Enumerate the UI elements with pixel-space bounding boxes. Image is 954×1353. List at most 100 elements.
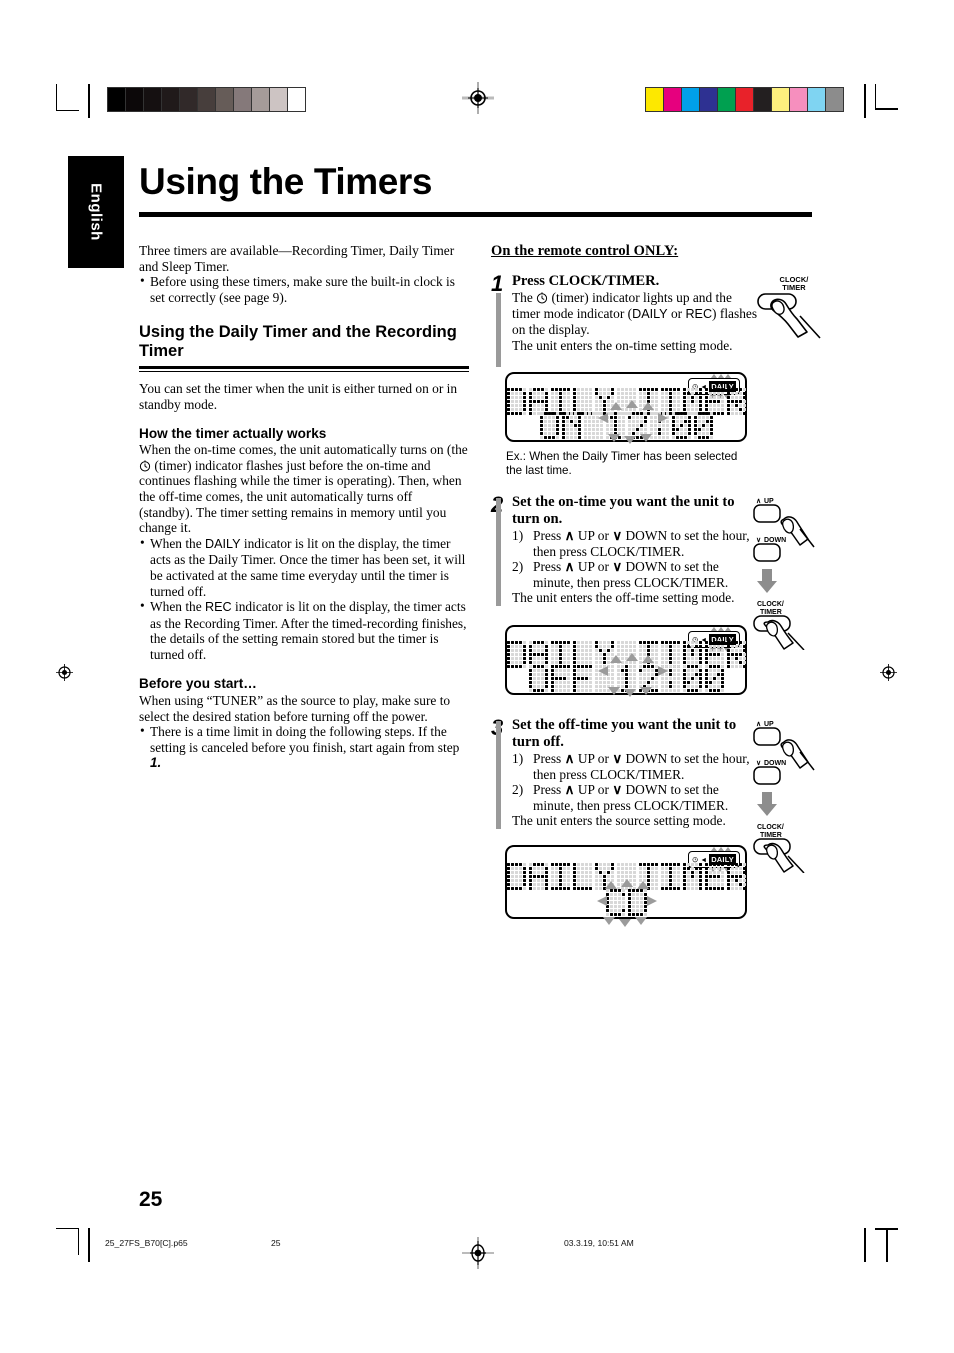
calibration-swatch — [790, 88, 808, 111]
registration-target-bottom — [462, 1237, 494, 1269]
down-label: DOWN — [625, 528, 668, 543]
display-1-line-1 — [506, 388, 746, 415]
lcd-char — [671, 412, 691, 439]
svg-text:TIMER: TIMER — [760, 609, 782, 616]
sub-number: 1) — [512, 751, 524, 766]
calibration-swatch — [826, 88, 843, 111]
step-3-accent-bar — [496, 721, 501, 829]
lcd-char — [616, 388, 636, 415]
calibration-swatch — [682, 88, 700, 111]
sub-number: 2) — [512, 782, 524, 798]
up-down-clock-illustration-3[interactable]: ∧ UP ∨ DOWN CLOCK/ TIMER — [748, 718, 830, 874]
lcd-dot-matrix-text — [506, 388, 746, 415]
lcd-char — [627, 412, 647, 439]
crop-mark-top-left — [56, 84, 79, 111]
finger-pressing-clock-timer-icon — [757, 293, 821, 339]
svg-text:DOWN: DOWN — [764, 760, 786, 767]
right-column: On the remote control ONLY: — [491, 243, 813, 260]
step-2-title: Set the on-time you want the unit to tur… — [512, 494, 735, 527]
step-2-tail: The unit enters the off-time setting mod… — [512, 590, 735, 606]
lcd-char — [605, 889, 625, 916]
lcd-char — [704, 641, 724, 668]
calibration-swatch — [700, 88, 718, 111]
calibration-swatch — [216, 88, 234, 111]
lcd-char — [660, 641, 680, 668]
display-1-line-2 — [507, 412, 745, 439]
remote-only-heading: On the remote control ONLY: — [491, 243, 679, 259]
lcd-char — [726, 641, 746, 668]
lcd-char — [528, 665, 548, 692]
lcd-char — [550, 388, 570, 415]
calibration-swatch — [144, 88, 162, 111]
lcd-char — [550, 665, 570, 692]
how-timer-body-pre: When the on-time comes, the unit automat… — [139, 442, 468, 458]
step-1: 1 Press CLOCK/TIMER. The (timer) indicat… — [491, 271, 761, 367]
page-title: Using the Timers — [139, 161, 433, 202]
lcd-char — [506, 388, 526, 415]
registration-target-top — [462, 82, 494, 114]
lcd-char — [539, 412, 559, 439]
up-label: UP — [577, 751, 595, 766]
language-tab-label: English — [87, 183, 105, 241]
down-label: DOWN — [625, 559, 668, 575]
calibration-swatch — [754, 88, 772, 111]
calibration-swatch — [772, 88, 790, 111]
lcd-char — [638, 665, 658, 692]
lcd-dot-matrix-text — [605, 889, 647, 916]
footer-page: 25 — [271, 1238, 281, 1248]
lcd-char — [682, 641, 702, 668]
lcd-char — [550, 863, 570, 890]
sub-text-pre: Press — [533, 559, 562, 575]
title-rule — [139, 212, 812, 217]
calibration-swatch — [808, 88, 826, 111]
display-1-note: Ex.: When the Daily Timer has been selec… — [506, 450, 738, 477]
crop-mark-bottom-left — [56, 1228, 79, 1255]
display-panel-1: ◄ DAILY — [505, 372, 747, 444]
lcd-char — [660, 665, 680, 692]
calibration-swatch — [234, 88, 252, 111]
lcd-char — [638, 641, 658, 668]
up-chevron-icon: ∧ — [564, 528, 575, 543]
svg-text:∧: ∧ — [756, 721, 761, 728]
rec-indicator-label: REC — [205, 600, 232, 615]
calibration-swatch — [108, 88, 126, 111]
svg-text:∨: ∨ — [756, 537, 761, 544]
lcd-char — [528, 388, 548, 415]
crop-tick-bottom-right — [864, 1228, 866, 1262]
step-2-sub-2: 2) Press ∧ UP or ∨ DOWN to set the minut… — [512, 559, 751, 590]
lcd-char — [572, 665, 592, 692]
lcd-char — [594, 641, 614, 668]
lcd-char — [528, 641, 548, 668]
intro-bullet-list: Before using these timers, make sure the… — [139, 273, 469, 305]
registration-mark-right — [880, 664, 897, 681]
step-2: 2 Set the on-time you want the unit to t… — [491, 492, 751, 606]
lcd-char — [506, 863, 526, 890]
display-3-line-1 — [506, 863, 746, 890]
or-label: or — [597, 782, 609, 798]
language-tab: English — [68, 156, 124, 268]
lcd-char — [572, 863, 592, 890]
up-down-clock-illustration-2[interactable]: ∧ UP ∨ DOWN CLOCK/ TIMER — [748, 495, 830, 651]
step-2-accent-bar — [496, 498, 501, 606]
calibration-swatch — [288, 88, 305, 111]
lcd-char — [726, 863, 746, 890]
crop-tick-top-left — [88, 84, 90, 118]
footer-timestamp: 03.3.19, 10:51 AM — [564, 1238, 634, 1248]
footer-filename: 25_27FS_B70[C].p65 — [105, 1238, 188, 1248]
timer-clock-icon — [537, 292, 548, 304]
step-2-sub-1: 1) Press ∧ UP or ∨ DOWN to set the hour,… — [512, 528, 751, 559]
up-chevron-icon: ∧ — [564, 559, 575, 575]
calibration-swatch — [736, 88, 754, 111]
section-heading: Using the Daily Timer and the Recording … — [139, 323, 457, 361]
lcd-char — [682, 665, 702, 692]
lcd-dot-matrix-text — [528, 665, 724, 692]
calibration-swatch — [718, 88, 736, 111]
clock-timer-button-illustration-1[interactable]: CLOCK/ TIMER — [752, 276, 830, 342]
crop-corner-bottom-right-v — [886, 1228, 888, 1262]
crop-corner-top-right-h — [875, 108, 898, 110]
lcd-char — [726, 388, 746, 415]
lcd-char — [594, 388, 614, 415]
registration-mark-left — [56, 664, 73, 681]
color-calibration-bar — [645, 87, 844, 112]
display-2-line-2 — [507, 665, 745, 692]
